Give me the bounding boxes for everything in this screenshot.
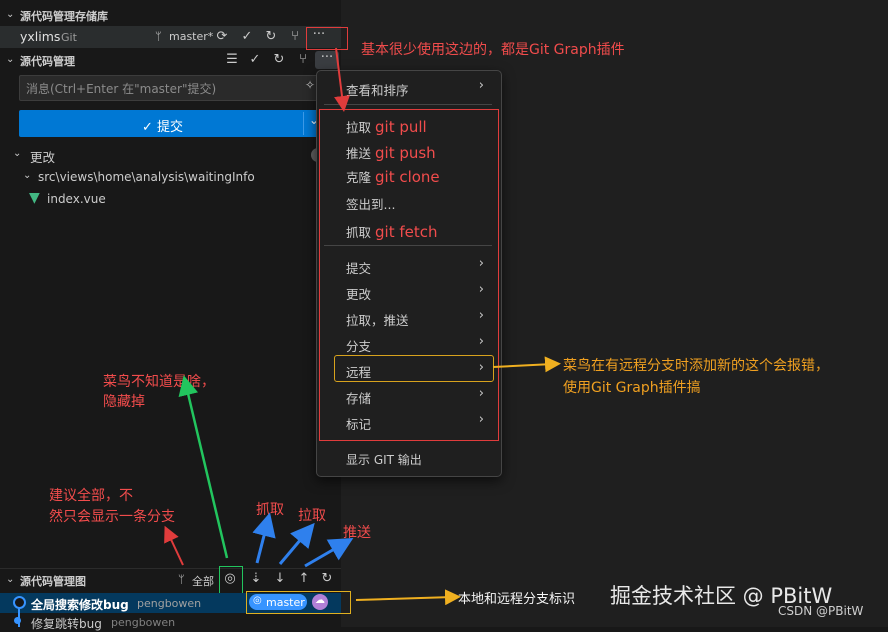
- annotation-remote-note-2: 使用Git Graph插件搞: [563, 380, 701, 396]
- graph-icon[interactable]: ⑂: [295, 52, 311, 67]
- commit-split-divider: [303, 112, 304, 135]
- annotation-fetch: 抓取: [256, 502, 284, 518]
- commit-button-label: ✓ 提交: [142, 120, 184, 135]
- commit1-author: pengbowen: [137, 597, 202, 610]
- scm-more-button[interactable]: ···: [319, 50, 335, 65]
- file-name[interactable]: index.vue: [47, 192, 106, 206]
- menu-item-show-git-output[interactable]: 显示 GIT 输出: [316, 447, 500, 471]
- annotation-unknown-2: 隐藏掉: [103, 394, 145, 410]
- sparkle-icon[interactable]: ✧: [305, 78, 315, 92]
- repo-name: yxlims: [20, 29, 61, 44]
- commit-check-icon[interactable]: ✓: [239, 29, 255, 44]
- branch-icon[interactable]: ᛘ: [178, 573, 185, 586]
- target-icon[interactable]: ◎: [222, 571, 238, 586]
- fetch-icon[interactable]: ⇣: [248, 571, 264, 586]
- chevron-down-icon[interactable]: ⌄: [6, 9, 14, 20]
- commit-message-placeholder: 消息(Ctrl+Enter 在"master"提交): [26, 82, 217, 96]
- sync-icon[interactable]: ⟳: [214, 29, 230, 44]
- chevron-down-icon[interactable]: ⌄: [13, 148, 21, 159]
- pull-icon[interactable]: ↓: [272, 571, 288, 586]
- refresh-icon[interactable]: ↻: [263, 29, 279, 44]
- commit2-author: pengbowen: [111, 616, 176, 629]
- annotation-branch-markers: 本地和远程分支标识: [458, 592, 576, 607]
- menu-separator: [324, 104, 492, 105]
- commit-node: [14, 617, 21, 624]
- graph-icon[interactable]: ⑂: [287, 29, 303, 44]
- annotation-pull: 拉取: [298, 508, 326, 524]
- annotation-box-repo-more: [306, 27, 348, 50]
- scm-section-header[interactable]: 源代码管理: [20, 53, 75, 69]
- menu-item-view-sort[interactable]: 查看和排序 ›: [316, 76, 500, 100]
- branch-name[interactable]: master*: [169, 30, 213, 43]
- refresh-icon[interactable]: ↻: [319, 571, 335, 586]
- repo-type: Git: [61, 31, 77, 44]
- all-branches-label[interactable]: 全部: [192, 573, 214, 589]
- annotation-box-branch-markers: [246, 591, 351, 614]
- repos-section-header[interactable]: 源代码管理存储库: [20, 8, 108, 24]
- chevron-down-icon[interactable]: ⌄: [6, 574, 14, 585]
- view-list-icon[interactable]: ☰: [224, 52, 240, 67]
- annotation-remote-note-1: 菜鸟在有远程分支时添加新的这个会报错，: [563, 358, 829, 374]
- chevron-down-icon[interactable]: ⌄: [6, 54, 14, 65]
- section-divider: [0, 568, 341, 569]
- annotation-unknown-1: 菜鸟不知道是啥，: [103, 374, 215, 390]
- vue-file-icon: ▼: [29, 190, 40, 206]
- commit1-message: 全局搜索修改bug: [31, 598, 129, 612]
- graph-section-header[interactable]: 源代码管理图: [20, 573, 86, 589]
- refresh-icon[interactable]: ↻: [271, 52, 287, 67]
- annotation-suggest-1: 建议全部，不: [49, 488, 133, 504]
- folder-path[interactable]: src\views\home\analysis\waitingInfo: [38, 170, 255, 184]
- commit-check-icon[interactable]: ✓: [247, 52, 263, 67]
- annotation-push: 推送: [343, 525, 371, 541]
- chevron-down-icon[interactable]: ⌄: [23, 170, 31, 181]
- watermark-sub: CSDN @PBitW: [778, 604, 864, 618]
- commit2-message: 修复跳转bug: [31, 617, 102, 631]
- chevron-right-icon: ›: [478, 78, 484, 93]
- annotation-top-note: 基本很少使用这边的，都是Git Graph插件: [361, 42, 625, 58]
- annotation-box-menu: [319, 109, 499, 441]
- branch-icon[interactable]: ᛘ: [155, 30, 162, 43]
- annotation-suggest-2: 然只会显示一条分支: [49, 509, 175, 525]
- push-icon[interactable]: ↑: [296, 571, 312, 586]
- changes-label[interactable]: 更改: [30, 147, 55, 166]
